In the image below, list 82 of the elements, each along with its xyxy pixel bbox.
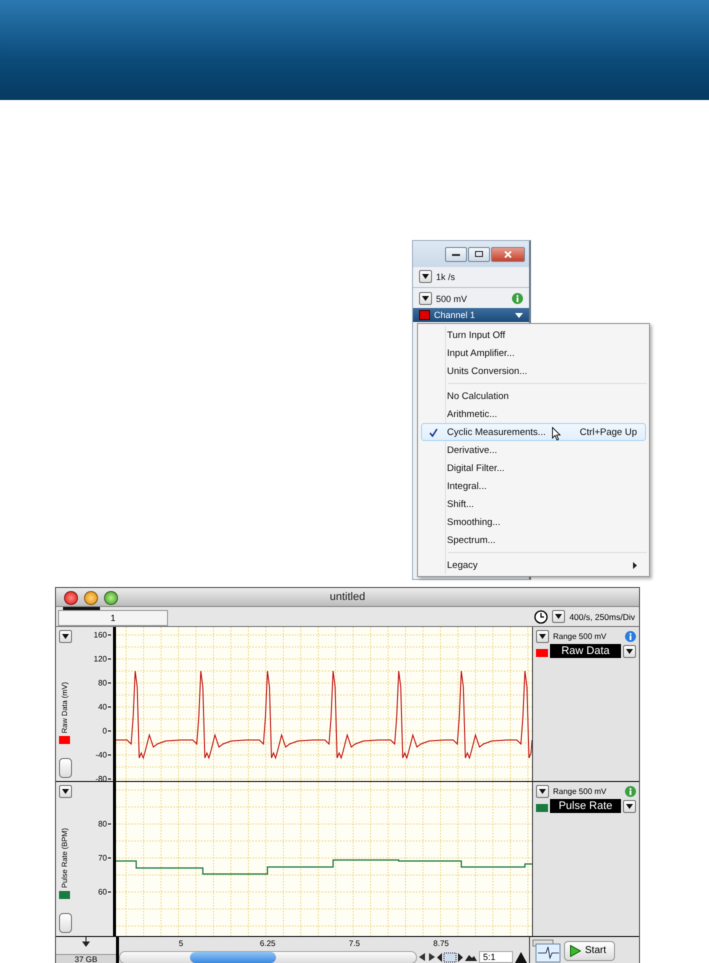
start-button[interactable]: Start	[564, 940, 616, 960]
range-menu-button[interactable]	[536, 785, 549, 798]
tick-label: 40	[98, 702, 107, 712]
scroll-right-icon[interactable]	[428, 953, 435, 961]
caret-icon	[626, 648, 633, 654]
menu-item[interactable]: Integral...	[421, 477, 646, 495]
scrollbar[interactable]	[119, 950, 417, 963]
marker-icon[interactable]	[82, 937, 90, 947]
sample-rate-button[interactable]	[419, 270, 432, 283]
dropdown-arrow-icon[interactable]	[515, 312, 523, 318]
menu-item[interactable]: Spectrum...	[421, 531, 646, 549]
maximize-icon	[475, 251, 483, 257]
tick-label: 5	[178, 939, 184, 948]
clock-icon[interactable]	[534, 610, 548, 624]
range-label: Range 500 mV	[553, 632, 606, 641]
minimize-icon	[452, 252, 460, 256]
caret-icon	[555, 614, 562, 619]
channel-function-button[interactable]	[623, 800, 636, 812]
tick-label: 8.75	[433, 939, 449, 948]
caret-icon	[62, 789, 69, 794]
menu-item[interactable]: No Calculation	[421, 387, 646, 405]
rate-menu-button[interactable]	[552, 610, 566, 623]
page-tab[interactable]: 1	[58, 610, 168, 626]
window-title: untitled	[330, 591, 366, 603]
menu-item[interactable]: Derivative...	[421, 441, 646, 459]
scrollbar-thumb[interactable]	[190, 952, 276, 962]
compress-view-icon[interactable]	[437, 952, 463, 962]
zoom-button[interactable]	[104, 591, 118, 605]
scale-stepper[interactable]	[59, 758, 72, 778]
menu-item[interactable]: Units Conversion...	[421, 362, 646, 380]
caret-icon	[539, 789, 546, 794]
menu-item[interactable]: Input Amplifier...	[421, 344, 646, 362]
channel-menu-button[interactable]	[59, 785, 72, 798]
caret-icon	[422, 274, 429, 279]
menu-item[interactable]: Arithmetic...	[421, 405, 646, 423]
channel-title: Raw Data	[550, 644, 621, 658]
range-menu-button[interactable]	[536, 630, 549, 643]
menu-item[interactable]: Turn Input Off	[421, 326, 646, 344]
close-button[interactable]	[491, 246, 525, 262]
disk-space-label: 37 GB	[56, 954, 116, 963]
caret-icon	[539, 634, 546, 639]
tick-label: 70	[98, 854, 107, 862]
tick-label: -40	[95, 750, 107, 760]
channel-name: Channel 1	[434, 310, 476, 320]
caret-icon	[626, 804, 633, 808]
channel-title-bar[interactable]: Channel 1	[413, 308, 529, 322]
info-icon[interactable]	[625, 786, 636, 797]
menu-item[interactable]: Smoothing...	[421, 513, 646, 531]
caret-icon	[422, 296, 429, 301]
tick-label: 80	[98, 678, 107, 688]
maximize-button[interactable]	[468, 246, 490, 262]
tick-label: 160	[94, 630, 107, 640]
mouse-pointer-icon	[552, 427, 561, 441]
channel-function-button[interactable]	[623, 644, 636, 658]
zoom-field[interactable]: 5:1	[479, 951, 513, 963]
channel-menu-button[interactable]	[59, 630, 72, 643]
sample-rate-label: 400/s, 250ms/Div	[569, 612, 635, 622]
tick-label: 0	[102, 726, 107, 736]
play-icon	[570, 944, 581, 956]
tick-label: 80	[98, 820, 107, 828]
minimize-button[interactable]	[445, 246, 467, 262]
menu-item[interactable]: Legacy	[421, 556, 646, 574]
tick-label: 120	[94, 654, 107, 664]
menu-item[interactable]: Cyclic Measurements... Ctrl+Page Up	[421, 423, 646, 441]
menu-item[interactable]: Shift...	[421, 495, 646, 513]
channel-title: Pulse Rate	[550, 799, 621, 813]
close-button[interactable]	[64, 591, 78, 605]
tick-label: 60	[98, 888, 107, 896]
menu-item[interactable]: Digital Filter...	[421, 459, 646, 477]
caret-icon	[62, 634, 69, 639]
close-icon	[504, 250, 512, 258]
waveform-window-icon[interactable]	[532, 938, 562, 962]
range-label: 500 mV	[436, 294, 468, 304]
info-icon[interactable]	[625, 631, 636, 642]
tick-label: 7.5	[348, 939, 360, 948]
scale-stepper[interactable]	[59, 913, 72, 933]
sample-rate-label: 1k /s	[436, 272, 456, 282]
range-label: Range 500 mV	[553, 787, 606, 796]
tick-label: 6.25	[260, 939, 276, 948]
range-button[interactable]	[419, 292, 432, 305]
scroll-left-icon[interactable]	[419, 953, 426, 961]
info-icon[interactable]	[512, 293, 523, 304]
